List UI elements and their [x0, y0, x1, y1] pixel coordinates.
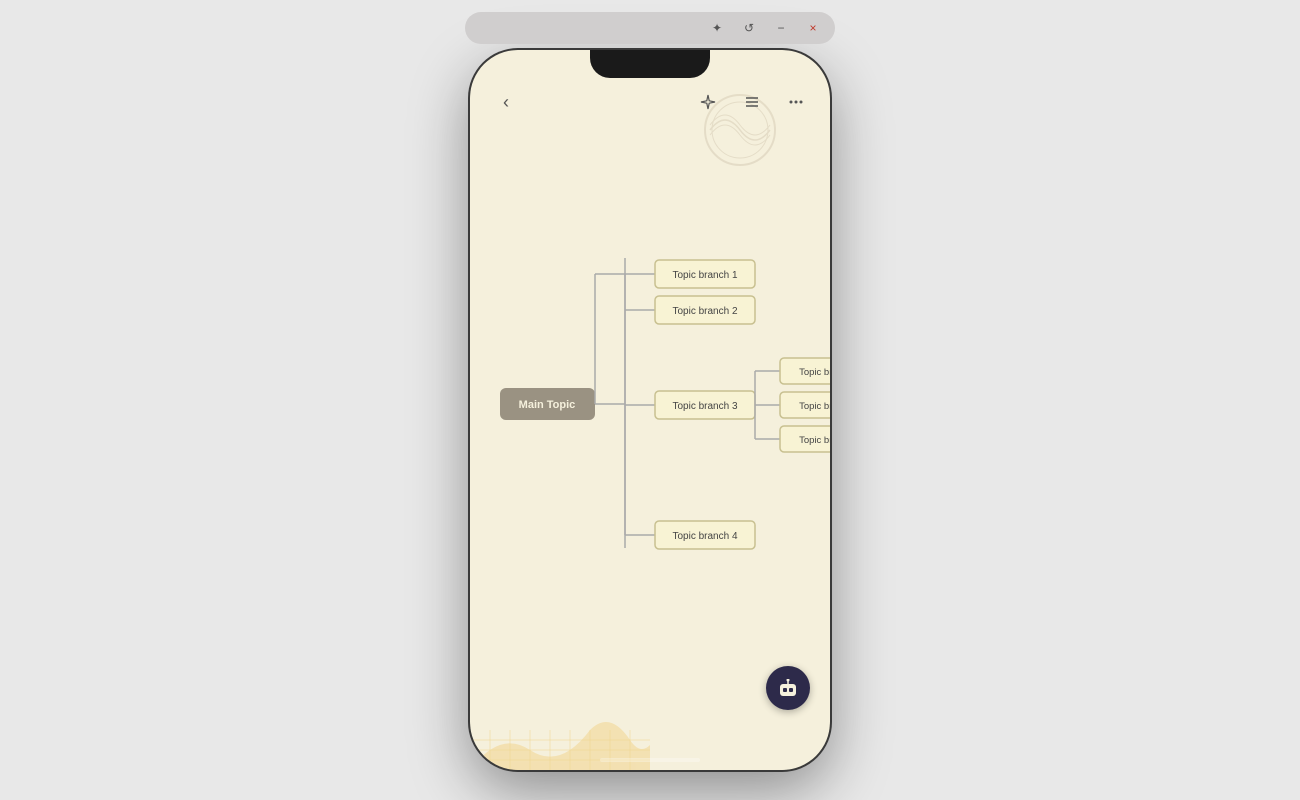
branch4-label: Topic branch 4	[672, 531, 737, 542]
sub-branch3-label: Topic branch 3	[799, 435, 830, 446]
branch2-label: Topic branch 2	[672, 306, 737, 317]
sub-branch1-label: Topic branch 1	[799, 367, 830, 378]
branch3-label: Topic branch 3	[672, 401, 737, 412]
ai-fab-button[interactable]	[766, 666, 810, 710]
minimize-button[interactable]: −	[769, 16, 793, 40]
robot-icon	[776, 679, 800, 697]
phone-screen: ‹	[470, 50, 830, 770]
branch1-label: Topic branch 1	[672, 270, 737, 281]
list-nav-button[interactable]	[738, 88, 766, 116]
nav-right-icons	[694, 88, 810, 116]
sub-branch2-label: Topic branch 2	[799, 401, 830, 412]
mindmap-area: Main Topic	[470, 110, 830, 710]
back-button[interactable]: ‹	[490, 86, 522, 118]
close-button[interactable]: ×	[801, 16, 825, 40]
sparkle-button[interactable]: ✦	[705, 16, 729, 40]
main-topic-label: Main Topic	[519, 399, 576, 411]
phone-home-bar	[600, 758, 700, 762]
history-button[interactable]: ↺	[737, 16, 761, 40]
more-nav-button[interactable]	[782, 88, 810, 116]
window-chrome: ✦ ↺ − ×	[465, 12, 835, 44]
mindmap-svg: Main Topic	[470, 110, 830, 710]
sparkle-nav-button[interactable]	[694, 88, 722, 116]
phone-frame: ‹	[470, 50, 830, 770]
phone-notch	[590, 50, 710, 78]
